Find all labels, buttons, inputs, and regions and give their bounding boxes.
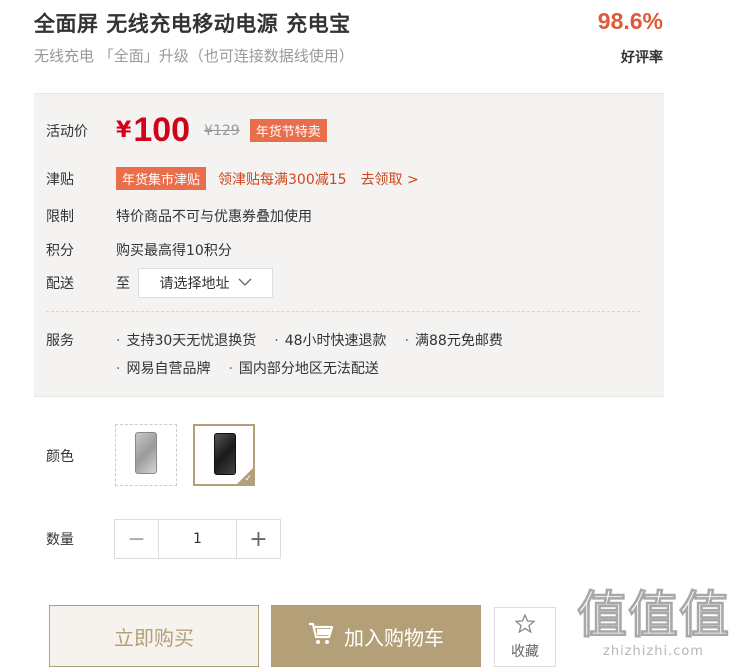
promo-panel: 活动价 ¥ 100 ¥129 年货节特卖 津贴 年货集市津贴 领津贴每满300减… (34, 93, 664, 397)
original-price: ¥129 (204, 122, 240, 139)
price-label: 活动价 (46, 123, 88, 140)
current-price: 100 (133, 111, 191, 149)
service-row: 服务 支持30天无忧退换货 48小时快速退款 满88元免邮费 网易自营品牌 国内… (46, 330, 576, 378)
points-text: 购买最高得10积分 (116, 243, 232, 259)
check-icon: ✓ (244, 474, 252, 484)
limit-row: 限制 特价商品不可与优惠券叠加使用 (46, 206, 312, 226)
product-title: 全面屏 无线充电移动电源 充电宝 (34, 12, 351, 36)
service-item: 支持30天无忧退换货 (116, 330, 256, 350)
price-row: 活动价 ¥ 100 ¥129 年货节特卖 (46, 111, 327, 150)
delivery-label: 配送 (46, 276, 74, 292)
cart-icon (308, 622, 334, 651)
product-subtitle: 无线充电 「全面」升级（也可连接数据线使用） (34, 47, 354, 65)
color-label: 颜色 (46, 449, 74, 465)
favorite-label: 收藏 (511, 643, 539, 660)
subsidy-label: 津贴 (46, 171, 74, 188)
service-item: 满88元免邮费 (405, 330, 503, 350)
points-row: 积分 购买最高得10积分 (46, 240, 232, 260)
star-icon (514, 612, 536, 637)
quantity-decrease-button[interactable]: − (115, 520, 159, 558)
add-to-cart-label: 加入购物车 (344, 625, 444, 650)
black-powerbank-image (214, 433, 236, 475)
address-select[interactable]: 请选择地址 (138, 268, 273, 298)
service-item: 48小时快速退款 (274, 330, 387, 350)
silver-powerbank-image (135, 432, 157, 474)
subsidy-row: 津贴 年货集市津贴 领津贴每满300减15 去领取 > (46, 167, 419, 190)
buy-now-button[interactable]: 立即购买 (49, 605, 259, 667)
service-list: 支持30天无忧退换货 48小时快速退款 满88元免邮费 网易自营品牌 国内部分地… (116, 330, 576, 378)
rating-label: 好评率 (621, 50, 663, 66)
chevron-down-icon (238, 275, 252, 291)
add-to-cart-button[interactable]: 加入购物车 (271, 605, 481, 667)
rating-value: 98.6% (597, 8, 663, 34)
service-item: 国内部分地区无法配送 (228, 358, 379, 378)
panel-divider (46, 311, 640, 312)
service-item: 网易自营品牌 (116, 358, 210, 378)
quantity-stepper: − 1 + (114, 519, 281, 559)
limit-text: 特价商品不可与优惠券叠加使用 (116, 209, 312, 225)
points-label: 积分 (46, 243, 74, 259)
subsidy-text: 领津贴每满300减15 (218, 171, 347, 188)
quantity-increase-button[interactable]: + (236, 520, 280, 558)
limit-label: 限制 (46, 209, 74, 225)
service-label: 服务 (46, 333, 74, 349)
watermark-url: zhizhizhi.com (603, 644, 704, 659)
quantity-label: 数量 (46, 532, 74, 548)
favorite-button[interactable]: 收藏 (494, 607, 556, 667)
address-placeholder: 请选择地址 (159, 276, 230, 292)
color-swatch-black[interactable]: ✓ (193, 424, 255, 486)
currency-symbol: ¥ (116, 118, 132, 143)
site-watermark: 值值值 zhizhizhi.com (577, 586, 730, 660)
color-swatch-silver[interactable] (115, 424, 177, 486)
quantity-value[interactable]: 1 (159, 520, 236, 558)
subsidy-tag: 年货集市津贴 (116, 167, 207, 190)
delivery-row: 配送 至 请选择地址 (46, 268, 273, 298)
delivery-to: 至 (116, 276, 130, 292)
claim-subsidy-link[interactable]: 去领取 > (361, 169, 419, 189)
price-tag: 年货节特卖 (249, 119, 327, 142)
watermark-logo: 值值值 (577, 586, 730, 644)
